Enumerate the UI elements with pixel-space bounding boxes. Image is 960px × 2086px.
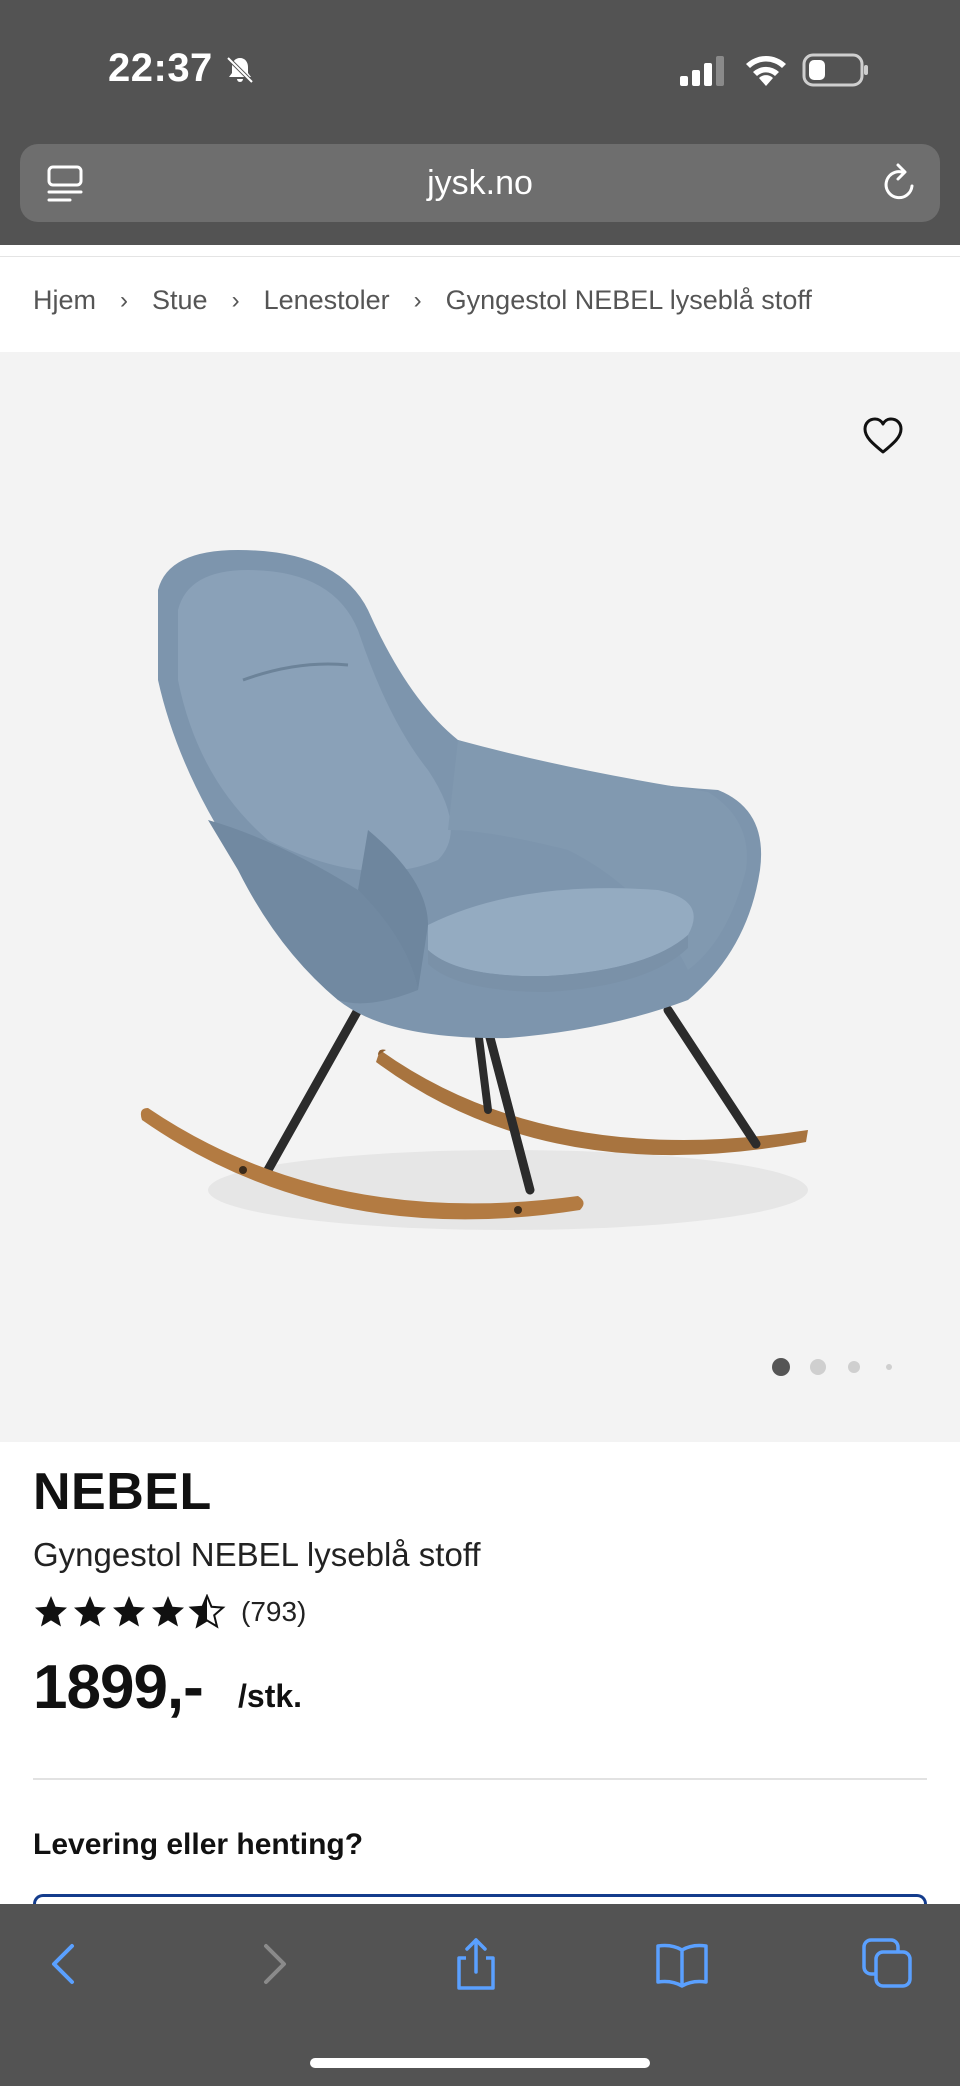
star-rating-icon [35,1595,224,1628]
reload-icon[interactable] [880,162,920,204]
breadcrumb-separator: › [120,286,129,314]
breadcrumb-item-stue[interactable]: Stue [152,285,208,316]
tabs-icon[interactable] [858,1934,918,1994]
browser-top-chrome: 22:37 jysk.no [0,0,960,245]
product-price: 1899,- [33,1653,204,1722]
back-icon[interactable] [34,1934,94,1994]
battery-icon [802,53,868,87]
review-count[interactable]: (793) [241,1596,306,1628]
breadcrumb-current: Gyngestol NEBEL lyseblå stoff [445,285,812,315]
gallery-pagination[interactable] [772,1358,892,1376]
delivery-heading: Levering eller henting? [33,1828,364,1861]
wifi-icon [746,56,786,86]
forward-icon[interactable] [244,1934,304,1994]
breadcrumb-separator: › [231,286,240,314]
status-time: 22:37 [108,46,213,90]
product-name: Gyngestol NEBEL lyseblå stoff [33,1536,481,1573]
product-rating[interactable]: (793) [33,1594,306,1630]
breadcrumb-item-hjem[interactable]: Hjem [33,285,96,316]
pagination-dot[interactable] [848,1361,860,1373]
breadcrumb-item-lenestoler[interactable]: Lenestoler [264,285,390,316]
breadcrumb: Hjem › Stue › Lenestoler › Gyngestol NEB… [33,285,812,316]
section-divider [33,1778,927,1780]
share-icon[interactable] [446,1934,506,1994]
pagination-dot[interactable] [886,1364,892,1370]
product-image[interactable] [128,530,828,1250]
price-unit: /stk. [238,1678,303,1714]
signal-icon [680,56,724,86]
url-text[interactable]: jysk.no [20,164,940,203]
bell-slash-icon [226,56,254,84]
address-bar[interactable]: jysk.no [20,144,940,222]
home-indicator [310,2058,650,2068]
page-header-strip [0,245,960,257]
breadcrumb-separator: › [413,286,422,314]
pagination-dot[interactable] [810,1359,826,1375]
bookmarks-icon[interactable] [652,1934,712,1994]
heart-icon[interactable] [862,416,904,456]
pagination-dot[interactable] [772,1358,790,1376]
product-brand: NEBEL [33,1463,212,1521]
